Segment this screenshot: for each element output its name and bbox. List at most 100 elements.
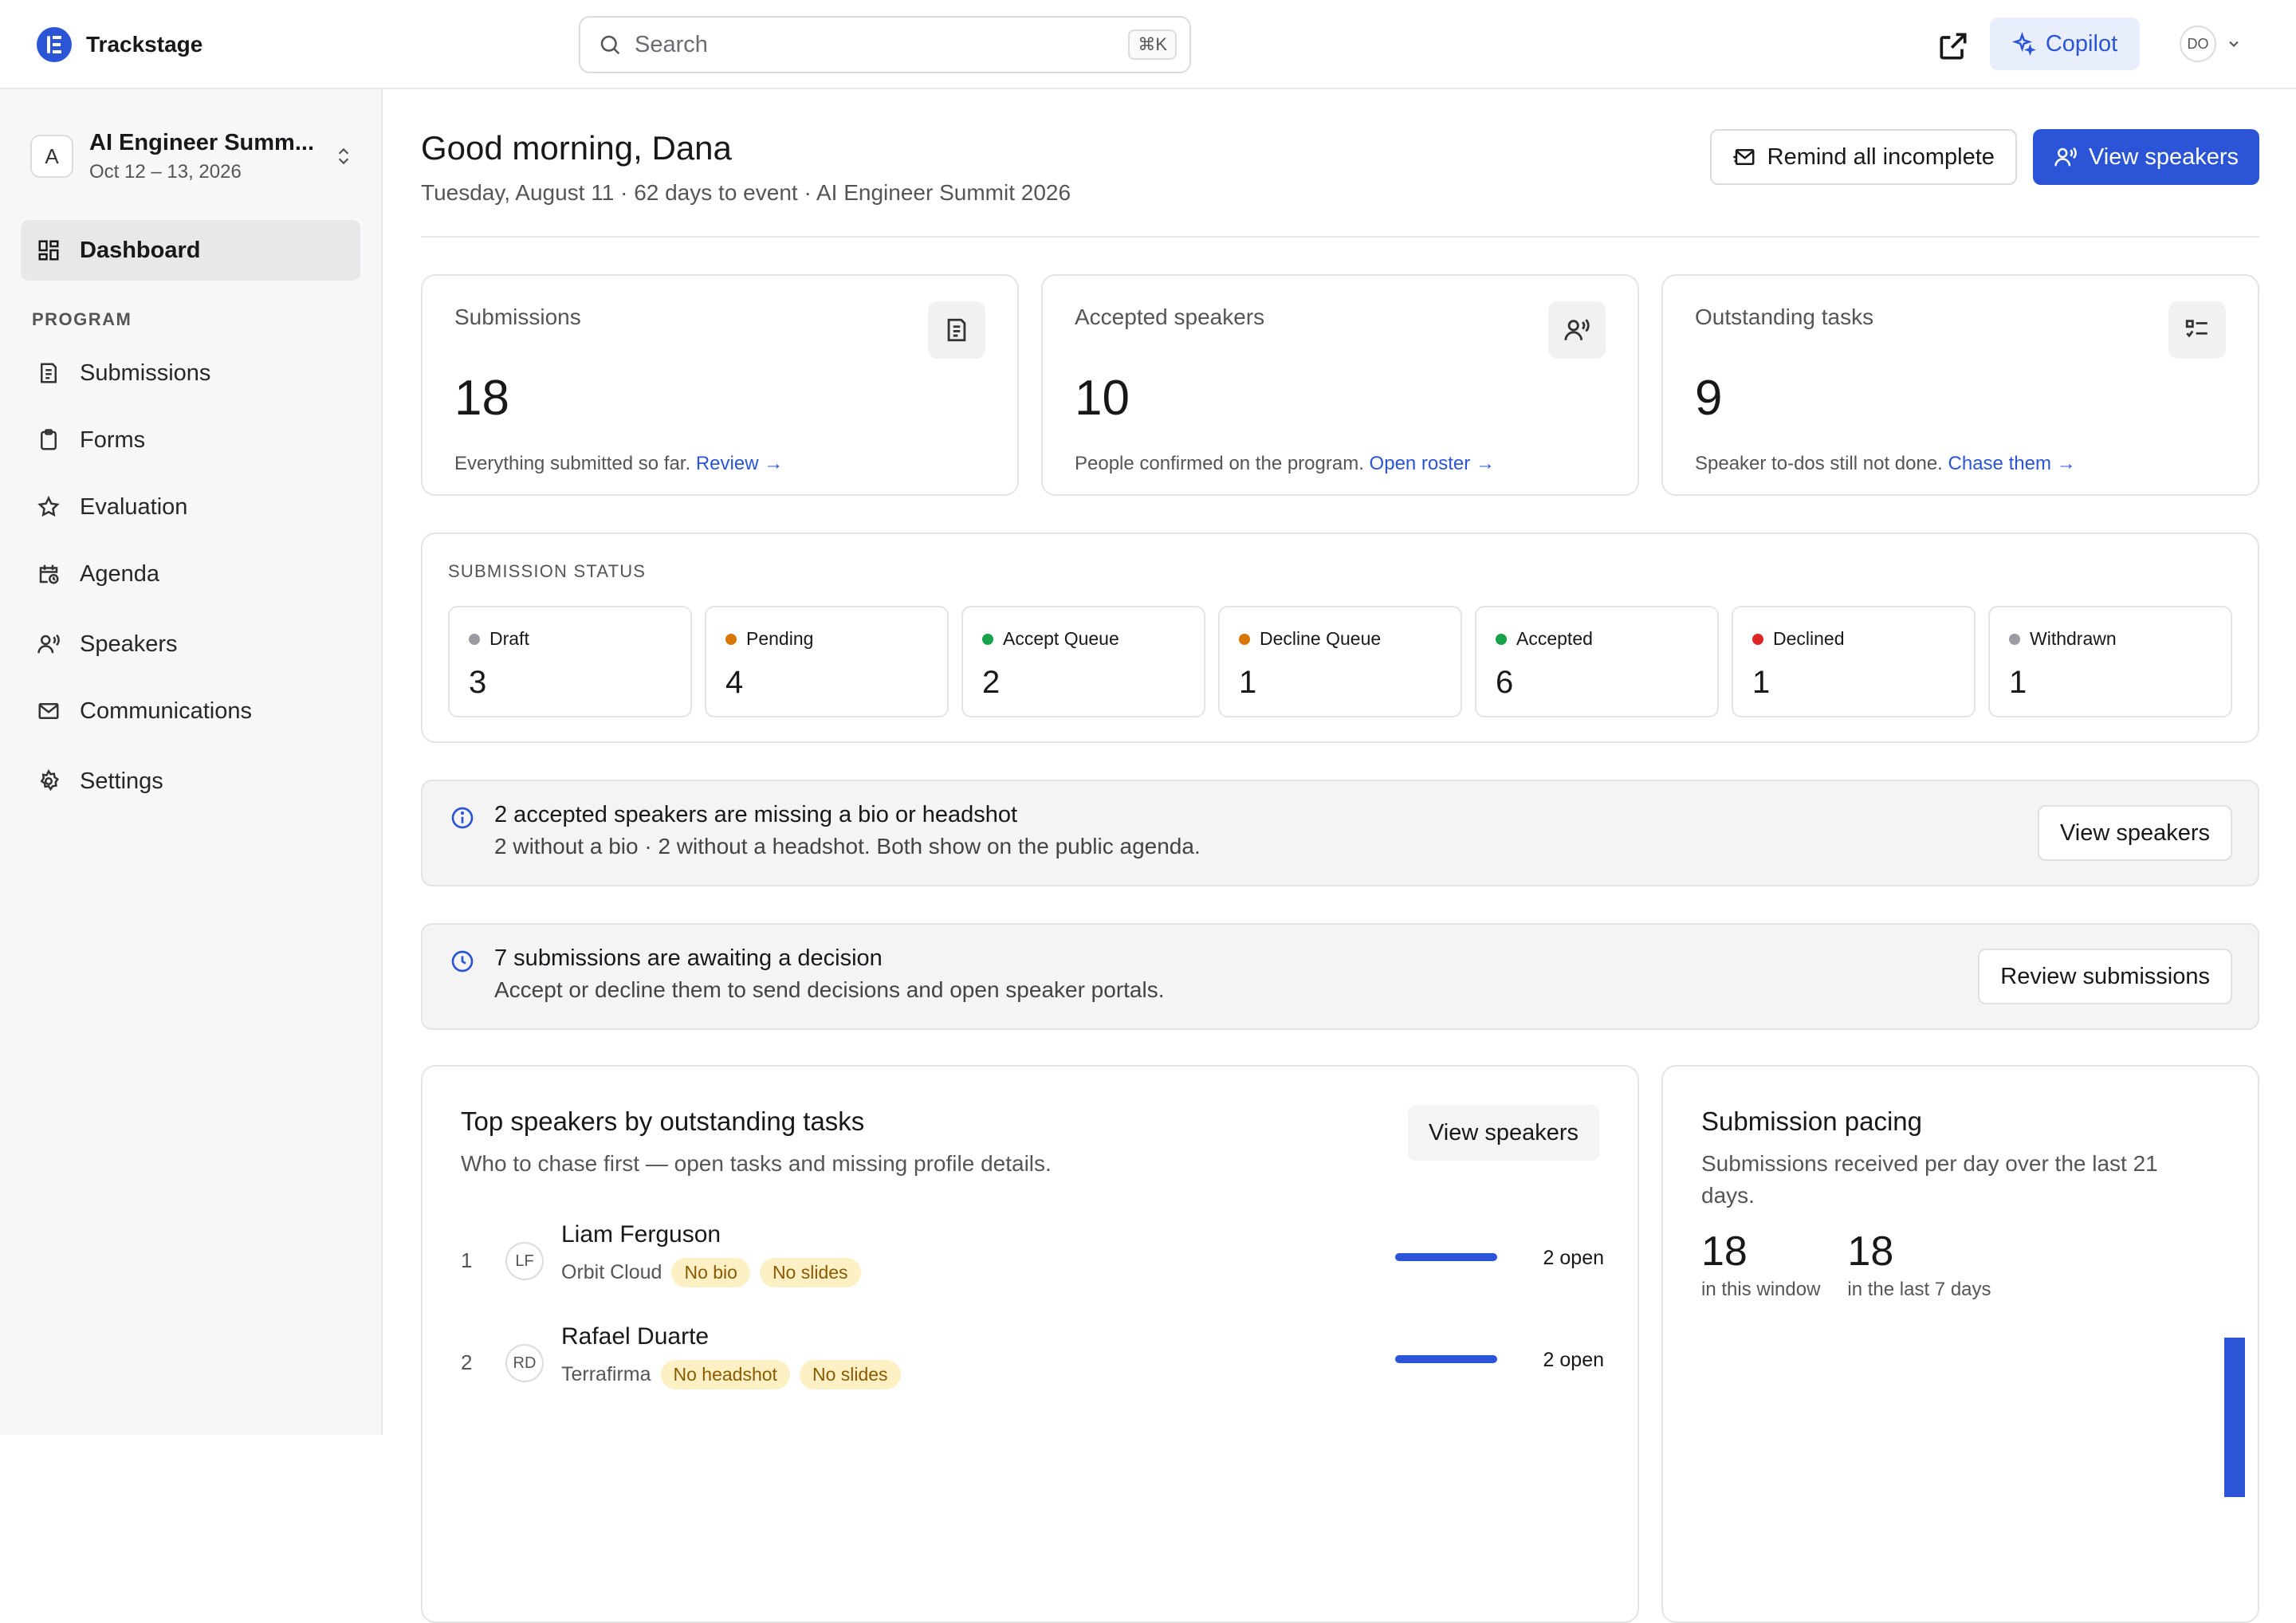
week-count: 18 (1847, 1228, 1894, 1275)
clock-icon (451, 950, 474, 973)
open-count: 2 open (1543, 1349, 1604, 1371)
sidebar-item-speakers[interactable]: Speakers (21, 614, 360, 674)
submission-pacing-card: Submission pacing Submissions received p… (1661, 1065, 2259, 1623)
search-icon (600, 35, 620, 55)
sidebar-section-label: PROGRAM (32, 309, 132, 329)
speaker-icon (37, 634, 60, 654)
document-list-icon (41, 363, 57, 383)
speaker-name: Liam Ferguson (561, 1221, 721, 1248)
stat-label: Accepted speakers (1075, 305, 1265, 329)
status-chip-withdrawn[interactable]: Withdrawn 1 (1988, 606, 2232, 717)
sidebar-item-agenda[interactable]: Agenda (21, 544, 360, 604)
status-label: Accepted (1516, 628, 1593, 649)
submission-status-panel: SUBMISSION STATUS Draft 3 Pending 4 Accept… (421, 532, 2259, 743)
status-count: 2 (982, 665, 1001, 700)
stat-card-submissions: Submissions 18 Everything submitted so f… (421, 274, 1019, 496)
user-menu[interactable]: DO (2180, 26, 2242, 62)
sidebar-item-evaluation[interactable]: Evaluation (21, 477, 360, 537)
alert-desc: 2 without a bio · 2 without a headshot. … (494, 834, 1201, 859)
status-dot (982, 633, 993, 645)
list-item[interactable]: 1 LF Liam Ferguson Orbit Cloud No bio No s… (461, 1221, 1604, 1301)
copilot-button[interactable]: Copilot (1990, 18, 2140, 70)
review-link[interactable]: Review → (696, 453, 783, 474)
stat-value: 9 (1695, 371, 1723, 426)
sidebar-item-label: Forms (80, 426, 146, 453)
calendar-clock-icon (39, 564, 59, 584)
alert-awaiting-decision: 7 submissions are awaiting a decision Ac… (421, 923, 2259, 1030)
status-chip-decline-queue[interactable]: Decline Queue 1 (1218, 606, 1462, 717)
top-speakers-card: Top speakers by outstanding tasks Who to… (421, 1065, 1639, 1623)
sidebar-item-settings[interactable]: Settings (21, 751, 360, 812)
page-subtitle: Tuesday, August 11 · 62 days to event · … (421, 180, 1071, 205)
speaker-rank: 1 (461, 1248, 473, 1272)
document-icon (928, 301, 985, 359)
card-title: Submission pacing (1701, 1106, 1922, 1136)
view-speakers-button[interactable]: View speakers (1407, 1105, 1599, 1161)
section-title: SUBMISSION STATUS (448, 561, 647, 581)
sidebar-item-submissions[interactable]: Submissions (21, 343, 360, 403)
view-speakers-button[interactable]: View speakers (2032, 129, 2259, 185)
sidebar-item-label: Communications (80, 698, 252, 724)
status-label: Withdrawn (2030, 628, 2117, 649)
status-chip-pending[interactable]: Pending 4 (705, 606, 949, 717)
avatar: DO (2180, 26, 2216, 62)
mail-send-icon (1732, 149, 1755, 165)
speaker-icon (2054, 147, 2077, 167)
status-chip-accept-queue[interactable]: Accept Queue 2 (961, 606, 1205, 717)
status-label: Pending (746, 628, 814, 649)
event-switcher[interactable]: A AI Engineer Summ... Oct 12 – 13, 2026 (30, 121, 354, 191)
avatar: LF (505, 1242, 544, 1280)
card-desc: Who to chase first — open tasks and miss… (461, 1151, 1052, 1176)
event-dates: Oct 12 – 13, 2026 (89, 160, 242, 183)
list-item[interactable]: 2 RD Rafael Duarte Terrafirma No headshot… (461, 1323, 1604, 1403)
status-count: 4 (725, 665, 744, 700)
view-speakers-button[interactable]: View speakers (2037, 805, 2232, 861)
status-dot (725, 633, 737, 645)
alert-title: 2 accepted speakers are missing a bio or… (494, 802, 1018, 827)
search-input[interactable]: Search ⌘K (579, 16, 1191, 73)
stat-card-accepted: Accepted speakers 10 People confirmed on… (1041, 274, 1639, 496)
sidebar-item-label: Agenda (80, 560, 159, 587)
speaker-org: Orbit Cloud (561, 1261, 662, 1283)
status-badge: No headshot (660, 1360, 790, 1389)
status-badge: No slides (759, 1258, 861, 1287)
brand[interactable]: Trackstage (37, 26, 202, 64)
alert-title: 7 submissions are awaiting a decision (494, 945, 883, 971)
remind-all-label: Remind all incomplete (1767, 143, 1995, 170)
event-badge: A (30, 135, 73, 178)
top-bar: Trackstage Search ⌘K Copilot DO (0, 0, 2296, 89)
status-label: Draft (489, 628, 529, 649)
window-count: 18 (1701, 1228, 1748, 1275)
week-label: in the last 7 days (1847, 1279, 1991, 1300)
star-icon (37, 495, 60, 517)
status-chip-draft[interactable]: Draft 3 (448, 606, 692, 717)
window-label: in this window (1701, 1279, 1821, 1300)
status-chip-declined[interactable]: Declined 1 (1732, 606, 1976, 717)
sidebar-item-label: Settings (80, 768, 163, 794)
sparkles-icon (2011, 32, 2036, 56)
sidebar-item-dashboard[interactable]: Dashboard (21, 220, 360, 281)
info-icon (451, 807, 474, 829)
remind-all-button[interactable]: Remind all incomplete (1709, 129, 2017, 185)
progress-bar (1395, 1355, 1497, 1363)
status-label: Accept Queue (1003, 628, 1119, 649)
copilot-label: Copilot (2045, 30, 2118, 57)
view-speakers-label: View speakers (2088, 143, 2239, 170)
status-label: Decline Queue (1260, 628, 1382, 649)
stat-label: Outstanding tasks (1695, 305, 1874, 329)
status-dot (1752, 633, 1763, 645)
chase-them-link[interactable]: Chase them → (1948, 453, 2076, 474)
stat-desc: Speaker to-dos still not done. (1695, 453, 1943, 474)
external-link-icon[interactable] (1936, 29, 1971, 64)
sidebar-item-forms[interactable]: Forms (21, 410, 360, 470)
sidebar-item-communications[interactable]: Communications (21, 681, 360, 741)
review-submissions-button[interactable]: Review submissions (1978, 949, 2232, 1004)
mail-icon (38, 703, 59, 719)
status-count: 3 (469, 665, 487, 700)
sidebar-item-label: Submissions (80, 360, 211, 386)
open-roster-link[interactable]: Open roster → (1370, 453, 1495, 474)
gear-icon (40, 769, 59, 792)
status-dot (1239, 633, 1250, 645)
card-title: Top speakers by outstanding tasks (461, 1106, 865, 1136)
status-chip-accepted[interactable]: Accepted 6 (1475, 606, 1719, 717)
